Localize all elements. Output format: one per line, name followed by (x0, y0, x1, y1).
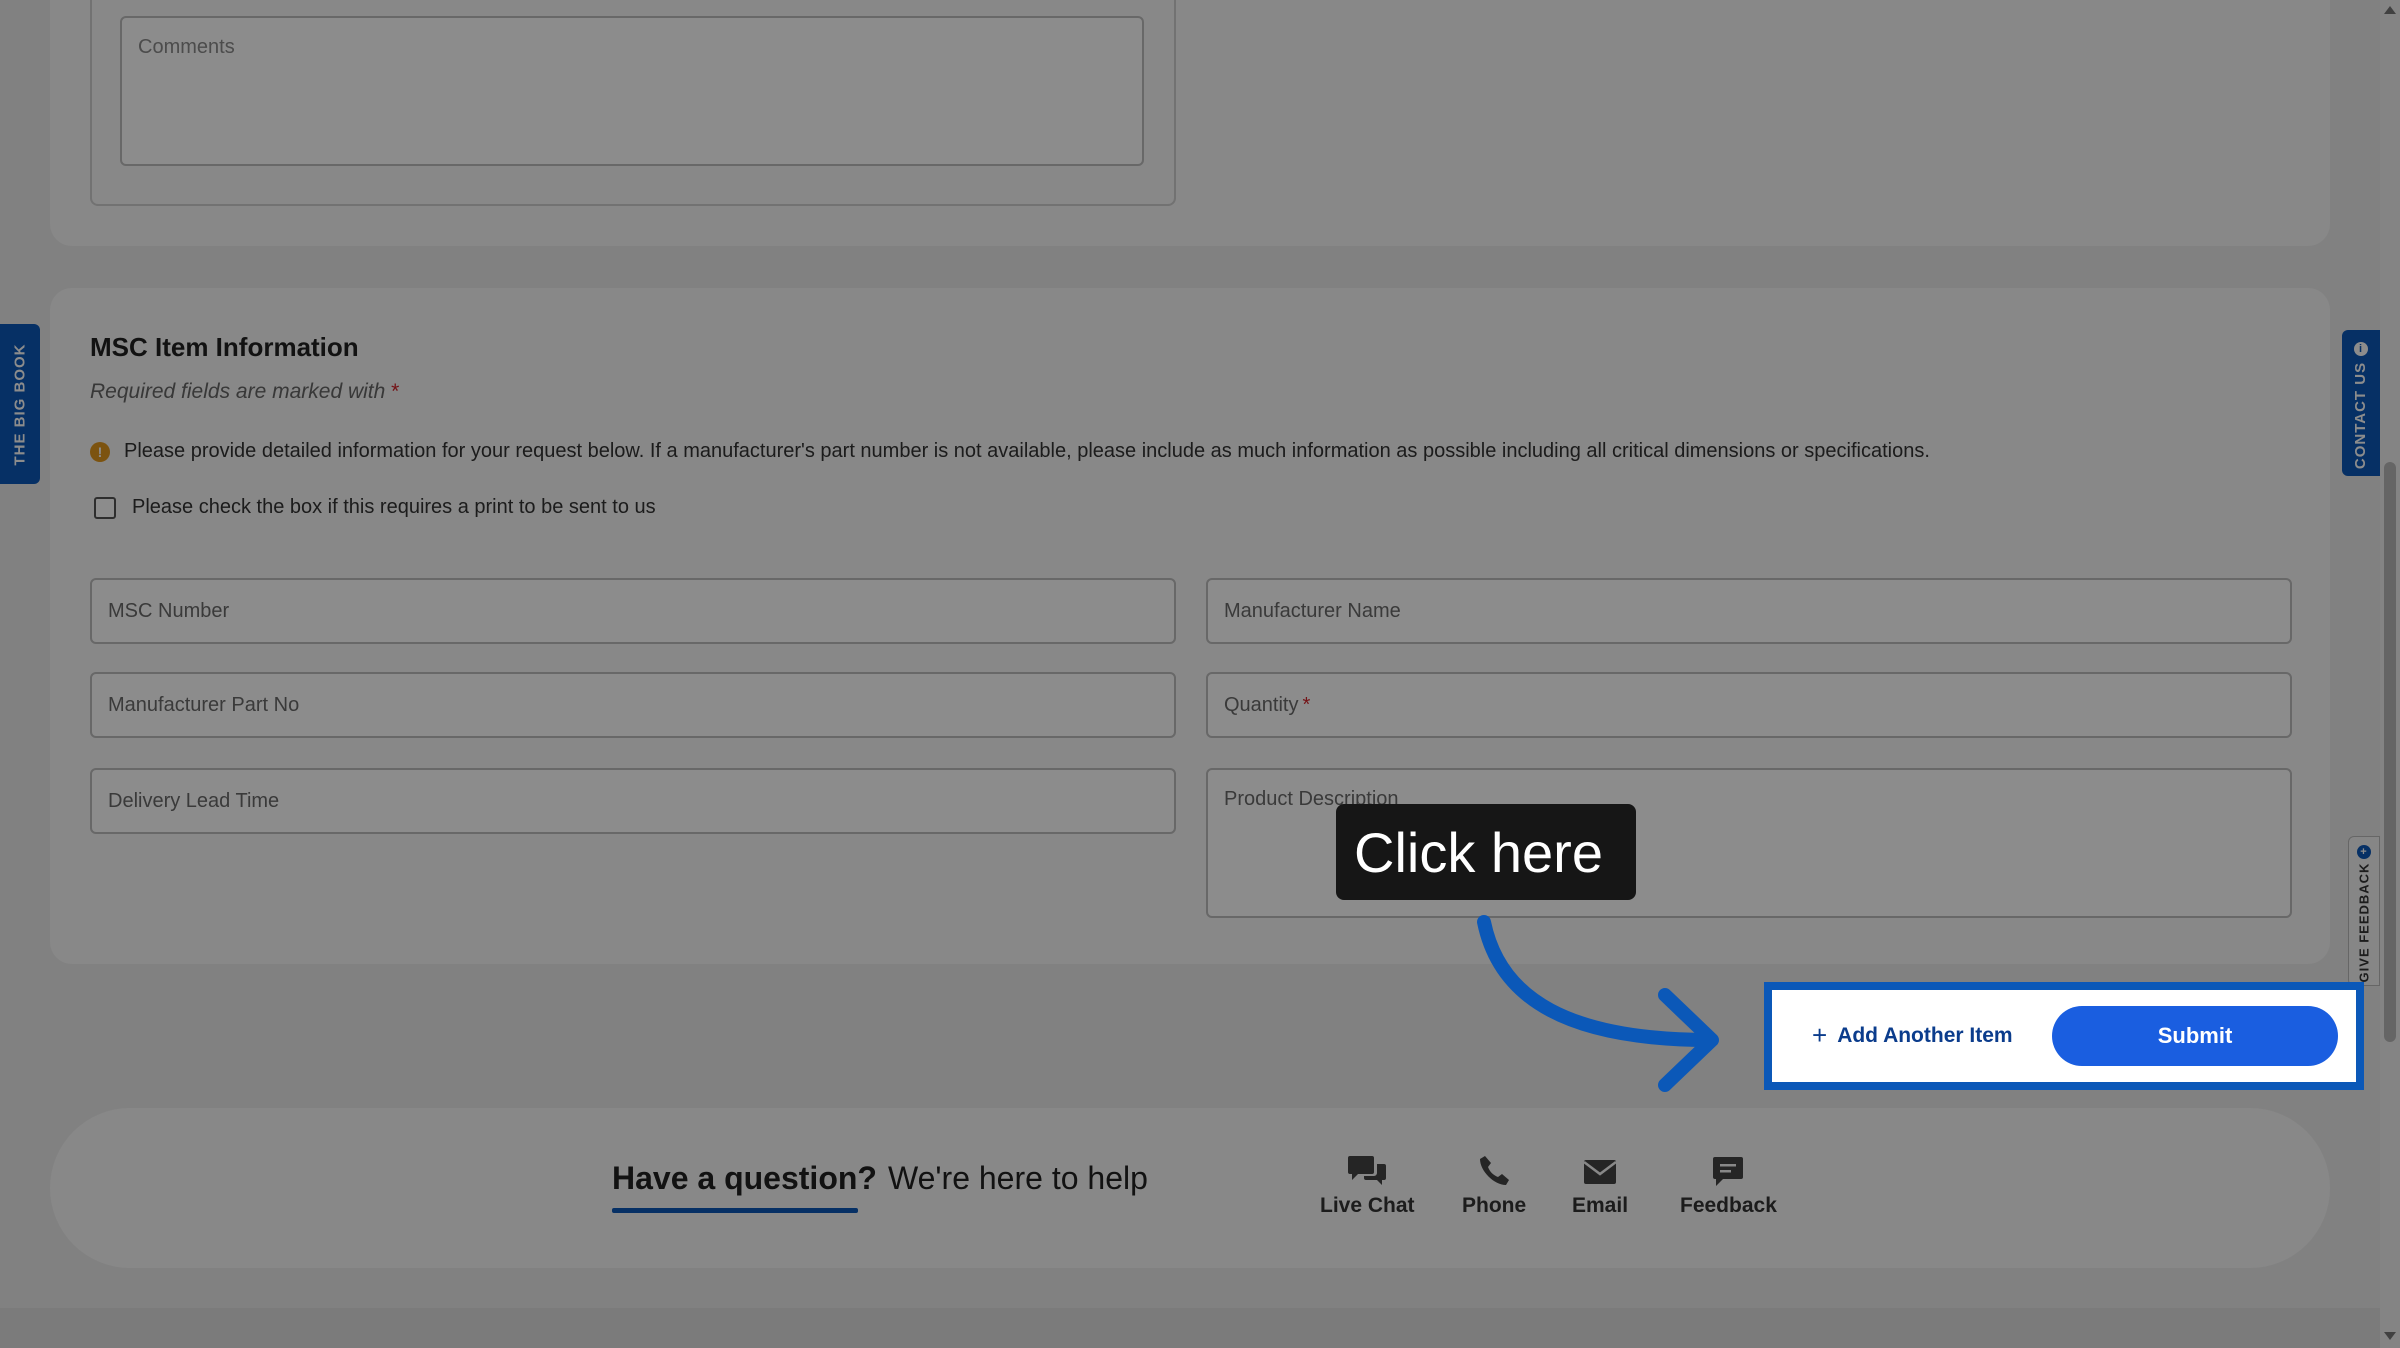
help-footer: Have a question? We're here to help Live… (50, 1108, 2330, 1268)
info-icon: i (2354, 342, 2368, 356)
submit-button[interactable]: Submit (2052, 1006, 2338, 1066)
email-option[interactable]: Email (1572, 1154, 1628, 1218)
delivery-lead-time-input[interactable]: Delivery Lead Time (90, 768, 1176, 834)
comments-textarea[interactable]: Comments (120, 16, 1144, 166)
phone-icon (1480, 1156, 1510, 1185)
contact-us-tab[interactable]: i CONTACT US (2342, 330, 2380, 476)
email-icon (1583, 1160, 1617, 1184)
big-book-tab[interactable]: THE BIG BOOK (0, 324, 40, 484)
item-information-card: MSC Item Information Required fields are… (50, 288, 2330, 964)
required-note: Required fields are marked with * (90, 380, 400, 403)
vertical-scrollbar[interactable] (2380, 0, 2400, 1348)
comments-card: Comments (50, 0, 2330, 246)
print-checkbox-row[interactable]: Please check the box if this requires a … (94, 496, 656, 519)
chat-icon (1348, 1156, 1387, 1185)
add-another-item-button[interactable]: + Add Another Item (1812, 1020, 2013, 1051)
manufacturer-name-input[interactable]: Manufacturer Name (1206, 578, 2292, 644)
click-here-callout: Click here (1336, 804, 1636, 900)
comments-placeholder: Comments (138, 36, 235, 58)
give-feedback-tab[interactable]: + GIVE FEEDBACK (2348, 836, 2380, 986)
quantity-required-star: * (1302, 693, 1311, 716)
info-message: ! Please provide detailed information fo… (90, 440, 1930, 463)
msc-number-input[interactable]: MSC Number (90, 578, 1176, 644)
section-title: MSC Item Information (90, 332, 359, 362)
feedback-option[interactable]: Feedback (1680, 1154, 1777, 1218)
help-question-underline (612, 1208, 858, 1213)
scroll-up-arrow-icon[interactable] (2384, 6, 2396, 14)
print-checkbox-label: Please check the box if this requires a … (132, 496, 656, 518)
help-subtitle: We're here to help (888, 1160, 1148, 1196)
phone-option[interactable]: Phone (1462, 1154, 1526, 1218)
help-question[interactable]: Have a question? (612, 1160, 877, 1197)
scrollbar-thumb[interactable] (2384, 462, 2396, 1042)
plus-icon: + (1812, 1020, 1828, 1050)
print-checkbox[interactable] (94, 496, 116, 519)
page: Comments MSC Item Information Required f… (0, 0, 2380, 1348)
page-bottom-strip (0, 1308, 2380, 1348)
required-star: * (391, 380, 400, 403)
scroll-down-arrow-icon[interactable] (2384, 1332, 2396, 1340)
quantity-input[interactable]: Quantity * (1206, 672, 2292, 738)
action-highlight: + Add Another Item Submit (1764, 982, 2364, 1090)
info-text: Please provide detailed information for … (124, 440, 1930, 462)
warning-icon: ! (90, 441, 110, 462)
feedback-icon (1713, 1157, 1744, 1186)
pointer-arrow-icon (1477, 915, 1719, 1092)
manufacturer-part-no-input[interactable]: Manufacturer Part No (90, 672, 1176, 738)
live-chat-option[interactable]: Live Chat (1320, 1154, 1415, 1218)
feedback-dot-icon: + (2357, 845, 2371, 859)
